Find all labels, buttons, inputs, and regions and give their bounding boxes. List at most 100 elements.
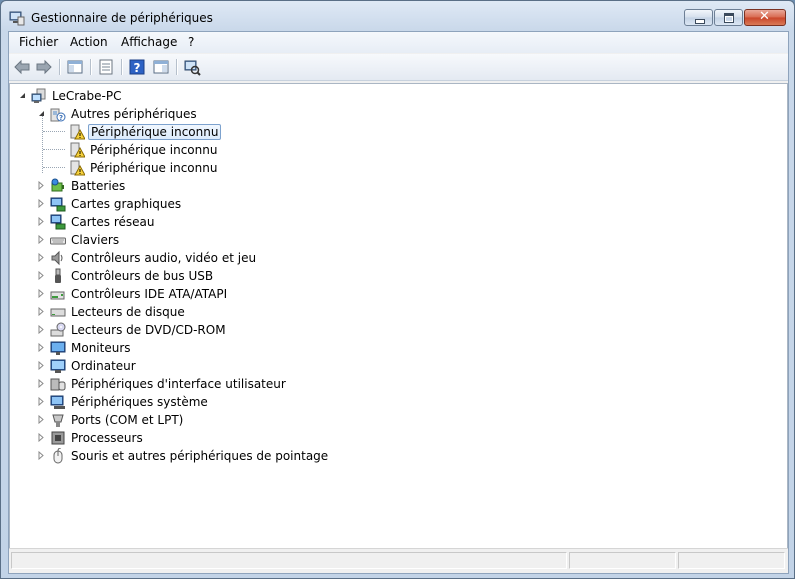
expand-arrow-icon[interactable] (37, 217, 46, 226)
category-label: Contrôleurs IDE ATA/ATAPI (71, 286, 228, 301)
tree-guide-line (42, 115, 43, 173)
expand-arrow-icon[interactable] (37, 397, 46, 406)
expand-arrow-icon[interactable] (37, 415, 46, 424)
minimize-button[interactable] (684, 9, 713, 26)
speaker-icon (51, 250, 63, 265)
computer-icon (31, 88, 46, 103)
category-label: Souris et autres périphériques de pointa… (71, 448, 329, 463)
expand-arrow-icon[interactable] (37, 181, 46, 190)
expand-arrow-icon[interactable] (37, 343, 46, 352)
category-hid[interactable]: Périphériques d'interface utilisateur (50, 375, 288, 392)
system-device-icon (50, 395, 65, 409)
category-label: Contrôleurs de bus USB (71, 268, 214, 283)
device-label: Périphérique inconnu (90, 142, 218, 157)
device-unknown-1[interactable]: Périphérique inconnu (69, 123, 222, 140)
help-icon[interactable]: ? (128, 58, 146, 76)
category-processor[interactable]: Processeurs (50, 429, 145, 446)
expand-arrow-icon[interactable] (37, 451, 46, 460)
dvd-drive-icon (50, 322, 66, 336)
network-adapter-icon (50, 214, 66, 229)
category-port[interactable]: Ports (COM et LPT) (50, 411, 185, 428)
maximize-button[interactable] (714, 9, 743, 26)
expand-arrow-icon[interactable] (37, 307, 46, 316)
unknown-device-warning-icon (70, 160, 85, 175)
expand-arrow-icon[interactable] (37, 379, 46, 388)
category-label: Ports (COM et LPT) (71, 412, 184, 427)
back-arrow-icon[interactable] (13, 58, 31, 76)
properties-icon[interactable] (97, 58, 115, 76)
status-pane-main (11, 552, 567, 569)
device-unknown-2[interactable]: Périphérique inconnu (69, 141, 219, 158)
unknown-device-warning-icon (70, 124, 85, 139)
collapse-arrow-icon[interactable] (37, 109, 46, 118)
keyboard-icon (50, 237, 66, 244)
svg-text:?: ? (134, 61, 141, 75)
toolbar: ? (9, 54, 788, 81)
category-display-adapter[interactable]: Cartes graphiques (50, 195, 183, 212)
category-network-adapter[interactable]: Cartes réseau (50, 213, 156, 230)
expand-arrow-icon[interactable] (37, 325, 46, 334)
expand-arrow-icon[interactable] (37, 289, 46, 298)
close-button[interactable]: ✕ (744, 9, 786, 26)
category-label: Processeurs (71, 430, 143, 445)
category-mouse[interactable]: Souris et autres périphériques de pointa… (50, 447, 330, 464)
title-bar[interactable]: Gestionnaire de périphériques ✕ (1, 1, 794, 35)
scan-hardware-changes-icon[interactable] (183, 58, 201, 76)
computer-icon (50, 359, 66, 373)
category-battery[interactable]: Batteries (50, 177, 127, 194)
expand-arrow-icon[interactable] (37, 361, 46, 370)
menu-action[interactable]: Action (70, 35, 108, 49)
collapse-arrow-icon[interactable] (18, 91, 27, 100)
expand-arrow-icon[interactable] (37, 433, 46, 442)
menu-fichier[interactable]: Fichier (19, 35, 58, 49)
usb-icon (55, 268, 61, 283)
unknown-device-warning-icon (70, 142, 85, 157)
show-hide-console-tree-icon[interactable] (66, 58, 84, 76)
status-pane-2 (569, 552, 676, 569)
category-computer[interactable]: Ordinateur (50, 357, 138, 374)
category-keyboard[interactable]: Claviers (50, 231, 121, 248)
mouse-icon (53, 447, 63, 463)
port-icon (52, 414, 64, 427)
status-bar (9, 548, 788, 572)
category-label: Claviers (71, 232, 120, 247)
expand-arrow-icon[interactable] (37, 271, 46, 280)
category-dvd-drive[interactable]: Lecteurs de DVD/CD-ROM (50, 321, 228, 338)
close-icon: ✕ (759, 9, 770, 24)
category-other-devices[interactable]: ? Autres périphériques (50, 105, 199, 122)
category-label: Cartes graphiques (71, 196, 182, 211)
menu-bar: Fichier Action Affichage ? (9, 32, 788, 53)
client-area: Fichier Action Affichage ? ? LeCrabe-PC … (8, 31, 789, 574)
category-label: Autres périphériques (71, 106, 197, 121)
device-manager-window: Gestionnaire de périphériques ✕ Fichier … (0, 0, 795, 579)
expand-arrow-icon[interactable] (37, 253, 46, 262)
menu-help[interactable]: ? (188, 35, 194, 49)
category-label: Ordinateur (71, 358, 136, 373)
device-label: Périphérique inconnu (88, 123, 222, 140)
category-system-device[interactable]: Périphériques système (50, 393, 210, 410)
category-label: Périphériques système (71, 394, 208, 409)
device-unknown-3[interactable]: Périphérique inconnu (69, 159, 219, 176)
ide-controller-icon (50, 291, 65, 299)
svg-text:?: ? (59, 114, 63, 122)
category-usb[interactable]: Contrôleurs de bus USB (50, 267, 215, 284)
forward-arrow-icon[interactable] (35, 58, 53, 76)
category-disk-drive[interactable]: Lecteurs de disque (50, 303, 187, 320)
category-label: Cartes réseau (71, 214, 155, 229)
category-monitor[interactable]: Moniteurs (50, 339, 133, 356)
status-pane-3 (678, 552, 785, 569)
category-ide-controller[interactable]: Contrôleurs IDE ATA/ATAPI (50, 285, 229, 302)
menu-affichage[interactable]: Affichage (121, 35, 177, 49)
monitor-icon (50, 341, 66, 355)
category-label: Périphériques d'interface utilisateur (71, 376, 286, 391)
hid-icon (50, 378, 66, 390)
device-tree[interactable]: LeCrabe-PC ? Autres périphériques Périph… (9, 83, 788, 549)
category-label: Lecteurs de DVD/CD-ROM (71, 322, 226, 337)
window-title: Gestionnaire de périphériques (31, 11, 213, 25)
expand-arrow-icon[interactable] (37, 235, 46, 244)
category-label: Moniteurs (71, 340, 131, 355)
tree-root-node[interactable]: LeCrabe-PC (31, 87, 123, 104)
show-hide-action-pane-icon[interactable] (152, 58, 170, 76)
category-speaker[interactable]: Contrôleurs audio, vidéo et jeu (50, 249, 258, 266)
expand-arrow-icon[interactable] (37, 199, 46, 208)
